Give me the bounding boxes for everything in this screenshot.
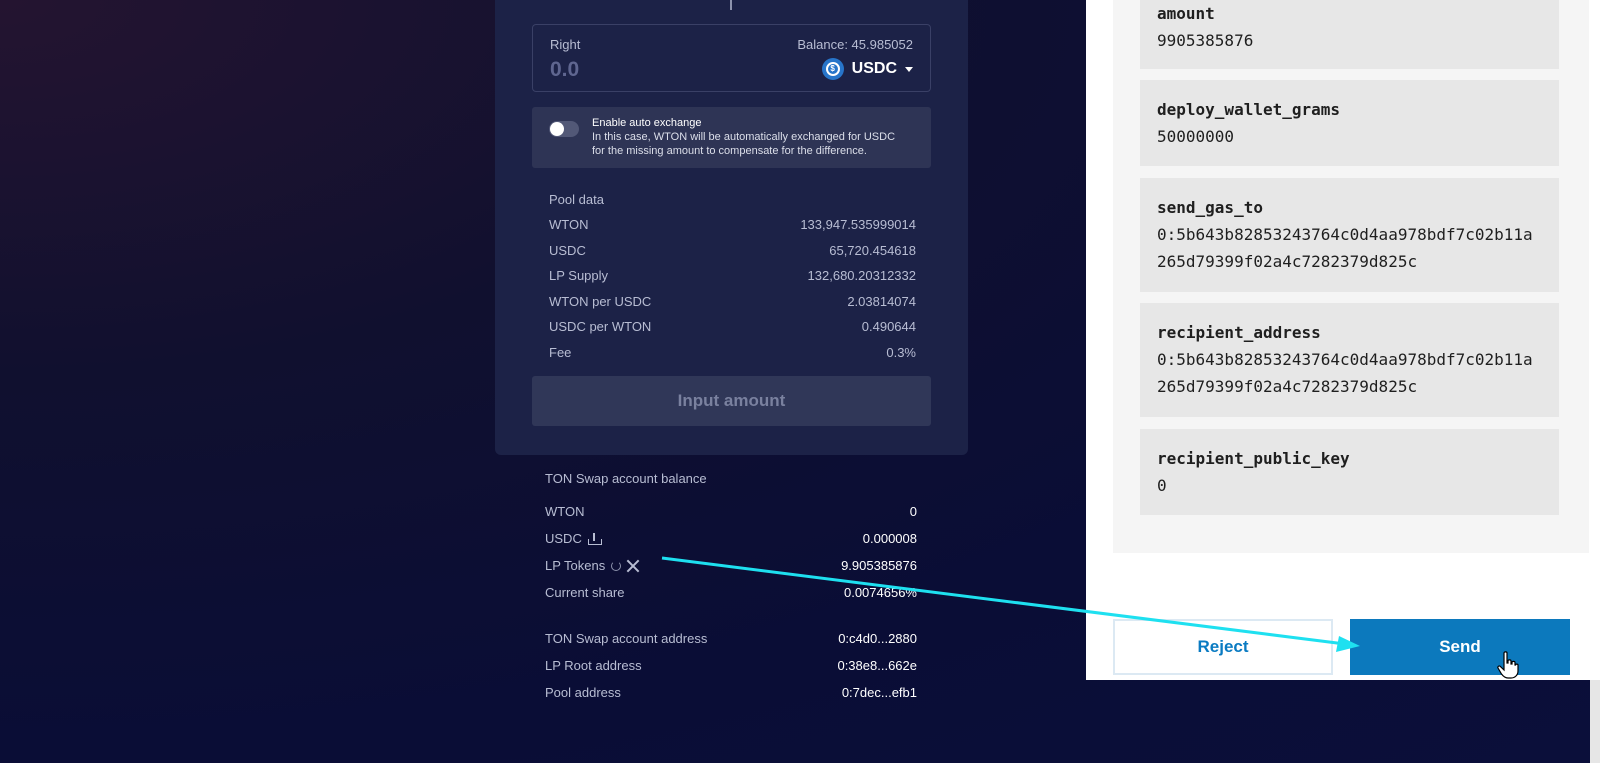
account-row-address: TON Swap account address 0:c4d0...2880 [545, 625, 917, 652]
param-deploy-wallet-grams: deploy_wallet_grams 50000000 [1140, 80, 1559, 166]
account-row-lp-root: LP Root address 0:38e8...662e [545, 652, 917, 679]
param-key: recipient_address [1157, 323, 1321, 342]
param-send-gas-to: send_gas_to 0:5b643b82853243764c0d4aa978… [1140, 178, 1559, 292]
right-label: Right [550, 37, 581, 52]
chevron-down-icon [905, 66, 913, 72]
param-value: 9905385876 [1157, 31, 1254, 50]
param-key: deploy_wallet_grams [1157, 100, 1341, 119]
account-row-label-wrap: USDC [545, 531, 602, 546]
account-row-share: Current share 0.0074656% [545, 579, 917, 606]
pool-row-label: WTON [549, 217, 589, 232]
token-name: USDC [851, 60, 897, 77]
account-row-label: Current share [545, 585, 625, 600]
pool-row: WTON 133,947.535999014 [549, 217, 916, 243]
reject-button[interactable]: Reject [1113, 619, 1333, 675]
account-balance-title: TON Swap account balance [545, 471, 707, 486]
popup-scrollbar[interactable] [1590, 680, 1600, 763]
pool-row: WTON per USDC 2.03814074 [549, 294, 916, 320]
pool-row-value: 65,720.454618 [829, 242, 916, 258]
pool-row-value: 132,680.20312332 [807, 268, 916, 283]
account-row-value[interactable]: 0:38e8...662e [837, 658, 917, 673]
account-row-label: LP Tokens [545, 558, 606, 573]
pool-row-label: USDC [549, 242, 586, 258]
pool-row-value: 0.3% [886, 344, 916, 360]
auto-exchange-text: Enable auto exchange In this case, WTON … [592, 116, 895, 158]
param-key: amount [1157, 4, 1215, 23]
account-row-label-wrap: LP Tokens [545, 558, 639, 573]
param-value: 50000000 [1157, 127, 1235, 146]
pool-row-value: 0.490644 [861, 319, 916, 334]
pool-data: Pool data WTON 133,947.535999014 USDC 65,7… [549, 192, 916, 370]
account-row-label: USDC [545, 531, 582, 546]
account-row-value: 0.000008 [862, 531, 917, 546]
param-value: 0 [1157, 476, 1167, 495]
pool-row: Fee 0.3% [549, 345, 916, 371]
account-row-label: LP Root address [545, 658, 642, 673]
account-row-value[interactable]: 0:c4d0...2880 [838, 631, 917, 646]
auto-exchange-toggle[interactable] [549, 121, 579, 137]
right-amount-field[interactable]: Right Balance: 45.985052 0.0 $ USDC [532, 24, 931, 92]
param-key: recipient_public_key [1157, 449, 1350, 468]
hand-cursor-icon [1497, 651, 1519, 679]
auto-exchange-desc-1: In this case, WTON will be automatically… [592, 131, 896, 143]
token-selector[interactable]: $ USDC [821, 58, 913, 80]
input-amount-button[interactable]: Input amount [532, 376, 931, 426]
account-row-pool-address: Pool address 0:7dec...efb1 [545, 679, 917, 706]
pool-row: USDC 65,720.454618 [549, 243, 916, 269]
send-button[interactable]: Send [1350, 619, 1570, 675]
right-balance: Balance: 45.985052 [797, 37, 913, 52]
account-row-value[interactable]: 0:7dec...efb1 [842, 685, 917, 700]
pool-row-label: WTON per USDC [549, 293, 652, 309]
pool-row: USDC per WTON 0.490644 [549, 319, 916, 345]
auto-exchange-desc-2: for the missing amount to compensate for… [592, 145, 867, 157]
param-recipient-address: recipient_address 0:5b643b82853243764c0d… [1140, 303, 1559, 417]
account-row-value: 0.0074656% [843, 585, 917, 600]
refresh-icon [611, 560, 622, 571]
pool-row: LP Supply 132,680.20312332 [549, 268, 916, 294]
account-row-value: 0 [909, 504, 917, 519]
pool-row-label: Fee [549, 344, 572, 360]
auto-exchange-title: Enable auto exchange [592, 117, 702, 129]
account-row-value: 9.905385876 [841, 558, 917, 573]
param-value: 0:5b643b82853243764c0d4aa978bdf7c02b11a2… [1157, 350, 1533, 396]
pool-row-label: LP Supply [549, 268, 609, 283]
right-amount-input[interactable]: 0.0 [550, 58, 579, 82]
param-value: 0:5b643b82853243764c0d4aa978bdf7c02b11a2… [1157, 225, 1533, 271]
account-row-usdc: USDC 0.000008 [545, 525, 917, 552]
param-key: send_gas_to [1157, 198, 1263, 217]
param-amount: amount 9905385876 [1140, 0, 1559, 69]
pool-row-value: 2.03814074 [847, 293, 916, 309]
param-recipient-public-key: recipient_public_key 0 [1140, 429, 1559, 515]
pool-row-label: USDC per WTON [549, 319, 652, 334]
account-row-label: Pool address [545, 685, 621, 700]
auto-exchange-box: Enable auto exchange In this case, WTON … [532, 107, 931, 168]
pool-data-title: Pool data [549, 192, 604, 207]
upload-icon[interactable] [587, 532, 602, 545]
account-row-lp-tokens: LP Tokens 9.905385876 [545, 552, 917, 579]
toggle-knob [550, 122, 564, 136]
account-row-label: TON Swap account address [545, 631, 708, 646]
usdc-icon: $ [821, 58, 844, 80]
account-row-wton: WTON 0 [545, 498, 917, 525]
account-balance: TON Swap account balance WTON 0 USDC 0.0… [545, 471, 917, 706]
plus-icon [720, 0, 742, 10]
pool-row-value: 133,947.535999014 [800, 217, 916, 232]
close-icon[interactable] [627, 560, 639, 572]
account-row-label: WTON [545, 504, 585, 519]
